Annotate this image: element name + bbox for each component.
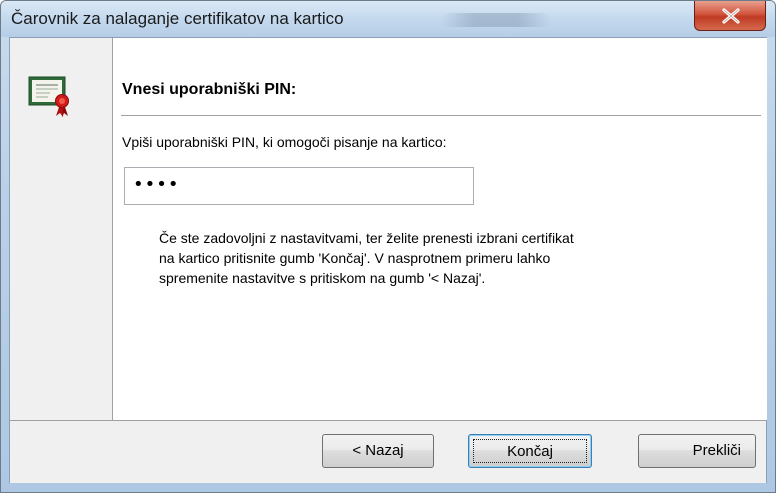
pin-input[interactable]: •••• — [124, 167, 474, 205]
finish-button[interactable]: Končaj — [468, 434, 592, 468]
cancel-button[interactable]: Prekliči — [638, 434, 756, 468]
button-bar-divider — [10, 420, 766, 421]
finish-button-label: Končaj — [473, 439, 587, 463]
info-line: na kartico pritisnite gumb 'Končaj'. V n… — [159, 250, 551, 266]
wizard-window: Čarovnik za nalaganje certifikatov na ka… — [0, 0, 776, 493]
pin-prompt-label: Vpiši uporabniški PIN, ki omogoči pisanj… — [122, 134, 447, 150]
window-title: Čarovnik za nalaganje certifikatov na ka… — [11, 9, 344, 28]
close-icon — [722, 8, 740, 24]
back-button[interactable]: < Nazaj — [322, 434, 434, 468]
close-button[interactable] — [694, 1, 766, 31]
info-text: Če ste zadovoljni z nastavitvami, ter že… — [159, 228, 739, 288]
certificate-icon — [28, 74, 76, 123]
info-line: Če ste zadovoljni z nastavitvami, ter že… — [159, 230, 574, 246]
heading-divider — [121, 115, 761, 116]
title-blur-decoration — [441, 13, 551, 27]
info-line: spremenite nastavitve s pritiskom na gum… — [159, 270, 486, 286]
page-heading: Vnesi uporabniški PIN: — [122, 81, 297, 98]
dialog-client-area: Vnesi uporabniški PIN: Vpiši uporabniški… — [9, 37, 767, 483]
title-bar[interactable]: Čarovnik za nalaganje certifikatov na ka… — [1, 1, 775, 37]
wizard-content: Vnesi uporabniški PIN: Vpiši uporabniški… — [112, 38, 767, 420]
wizard-side-panel — [10, 38, 112, 420]
